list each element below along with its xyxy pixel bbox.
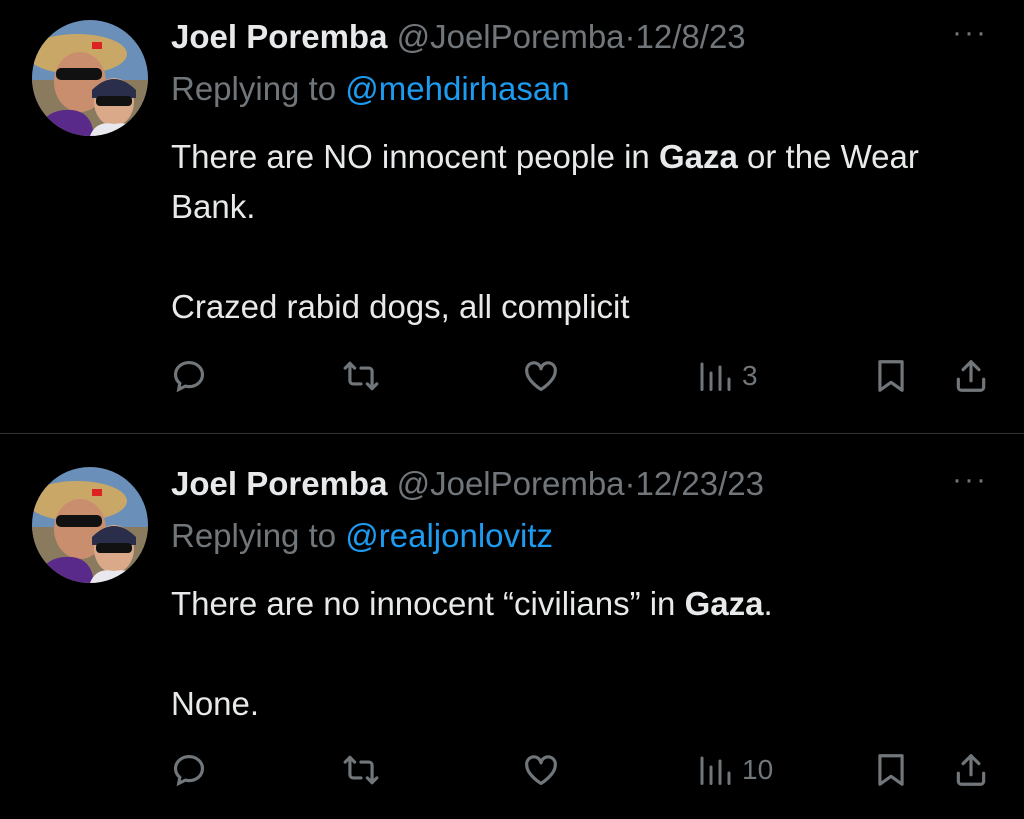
reply-icon [173, 754, 205, 787]
share-icon [956, 754, 986, 786]
tweet-line-2: Crazed rabid dogs, all complicit [171, 288, 630, 325]
share-icon [956, 360, 986, 392]
heart-icon [525, 361, 557, 392]
tweet-date[interactable]: 12/8/23 [636, 18, 746, 55]
tweet-date[interactable]: 12/23/23 [636, 465, 764, 502]
reply-icon [173, 360, 205, 393]
retweet-icon [343, 755, 379, 785]
tweet-line-1: There are no innocent “civilians” in Gaz… [171, 579, 991, 629]
more-options-icon[interactable]: ··· [952, 463, 988, 497]
replying-to: Replying to @mehdirhasan [171, 69, 570, 109]
bookmark-icon [878, 754, 904, 786]
share-button[interactable] [952, 750, 990, 790]
retweet-button[interactable] [342, 356, 380, 396]
tweet-header: Joel Poremba @JoelPoremba·12/8/23 [171, 17, 746, 57]
tweet-header: Joel Poremba @JoelPoremba·12/23/23 [171, 464, 764, 504]
replying-prefix: Replying to [171, 70, 346, 107]
tweet-line-1: There are NO innocent people in Gaza or … [171, 132, 991, 232]
retweet-button[interactable] [342, 750, 380, 790]
bookmark-button[interactable] [872, 750, 910, 790]
like-button[interactable] [522, 356, 560, 396]
author-name[interactable]: Joel Poremba [171, 18, 387, 55]
views-button[interactable]: 10 [696, 750, 773, 790]
tweet-1[interactable]: Joel Poremba @JoelPoremba·12/8/23 ··· Re… [0, 0, 1024, 434]
bold-keyword: Gaza [684, 585, 764, 622]
mention-link[interactable]: @realjonlovitz [345, 517, 553, 554]
views-count: 3 [742, 360, 758, 391]
tweet-text: There are no innocent “civilians” in Gaz… [171, 579, 991, 729]
author-handle[interactable]: @JoelPoremba [397, 18, 625, 55]
tweet-text: There are NO innocent people in Gaza or … [171, 132, 991, 332]
replying-to: Replying to @realjonlovitz [171, 516, 553, 556]
views-button[interactable]: 3 [696, 356, 758, 396]
text-segment: . [763, 585, 773, 622]
like-button[interactable] [522, 750, 560, 790]
text-segment: There are no innocent “civilians” in [171, 585, 685, 622]
reply-button[interactable] [170, 750, 208, 790]
separator-dot: · [624, 18, 636, 55]
more-options-icon[interactable]: ··· [952, 16, 988, 50]
mention-link[interactable]: @mehdirhasan [345, 70, 569, 107]
bookmark-button[interactable] [872, 356, 910, 396]
tweet-2[interactable]: Joel Poremba @JoelPoremba·12/23/23 ··· R… [0, 434, 1024, 819]
avatar[interactable] [32, 467, 148, 583]
separator-dot: · [624, 465, 636, 502]
share-button[interactable] [952, 356, 990, 396]
author-handle[interactable]: @JoelPoremba [397, 465, 625, 502]
reply-button[interactable] [170, 356, 208, 396]
bold-keyword: Gaza [658, 138, 738, 175]
views-icon [700, 362, 731, 391]
replying-prefix: Replying to [171, 517, 346, 554]
author-name[interactable]: Joel Poremba [171, 465, 387, 502]
bookmark-icon [878, 360, 904, 392]
tweet-line-2: None. [171, 685, 260, 722]
views-count: 10 [742, 754, 774, 785]
text-segment: There are NO innocent people in [171, 138, 659, 175]
heart-icon [525, 755, 557, 786]
action-bar: 10 [170, 750, 1000, 790]
action-bar: 3 [170, 356, 1000, 396]
views-icon [700, 756, 731, 785]
retweet-icon [343, 361, 379, 391]
avatar[interactable] [32, 20, 148, 136]
